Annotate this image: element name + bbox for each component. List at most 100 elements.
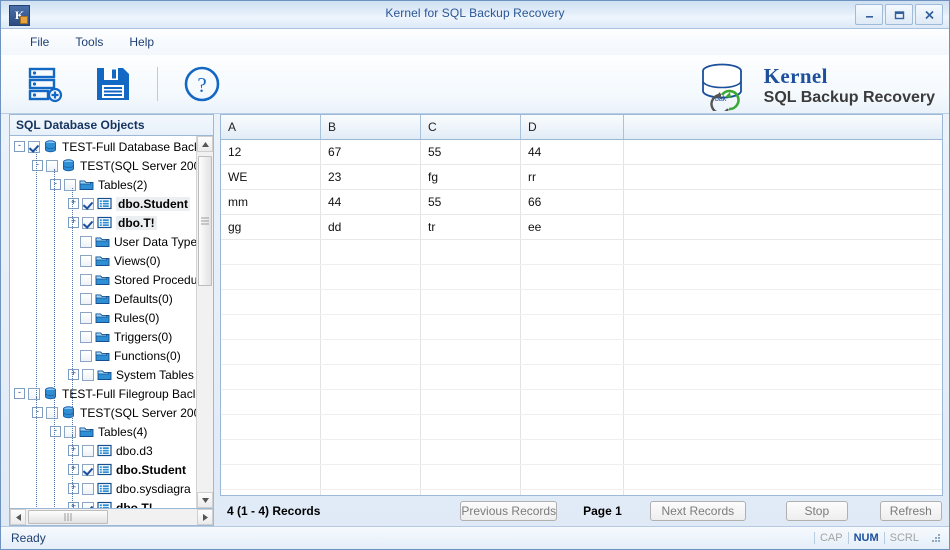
tree-node-checkbox[interactable] — [82, 368, 94, 381]
tree-node-checkbox[interactable] — [28, 387, 40, 400]
scroll-up-button[interactable] — [197, 136, 213, 152]
tree-node[interactable]: User Data Types( — [10, 232, 196, 251]
grid-empty-row[interactable] — [221, 315, 942, 340]
grid-empty-cell[interactable] — [421, 240, 521, 264]
tree-node[interactable]: Triggers(0) — [10, 327, 196, 346]
collapse-icon[interactable]: - — [50, 179, 61, 190]
grid-empty-cell[interactable] — [421, 265, 521, 289]
grid-column-header[interactable]: C — [421, 115, 521, 139]
grid-empty-row[interactable] — [221, 490, 942, 495]
tree-node-checkbox[interactable] — [64, 425, 76, 438]
grid-empty-row[interactable] — [221, 415, 942, 440]
tree-node-checkbox[interactable] — [82, 216, 94, 229]
grid-empty-cell[interactable] — [421, 465, 521, 489]
grid-empty-row[interactable] — [221, 440, 942, 465]
tree-node-checkbox[interactable] — [80, 235, 92, 248]
tree-node[interactable]: - TEST(SQL Server 200 — [10, 403, 196, 422]
tree-node-list[interactable]: - TEST-Full Database Back - TEST(SQL Server… — [10, 136, 196, 508]
grid-column-header[interactable]: A — [221, 115, 321, 139]
grid-empty-cell[interactable] — [221, 390, 321, 414]
tree-node[interactable]: Rules(0) — [10, 308, 196, 327]
grid-empty-cell[interactable] — [521, 465, 624, 489]
save-button[interactable] — [89, 60, 137, 108]
expand-icon[interactable]: + — [68, 445, 79, 456]
next-records-button[interactable]: Next Records — [649, 501, 746, 521]
grid-empty-cell[interactable] — [521, 315, 624, 339]
grid-empty-cell[interactable] — [521, 415, 624, 439]
grid-cell[interactable]: 12 — [221, 140, 321, 164]
grid-cell[interactable]: rr — [521, 165, 624, 189]
expand-icon[interactable]: + — [68, 483, 79, 494]
tree-node[interactable]: - Tables(4) — [10, 422, 196, 441]
grid-cell[interactable]: gg — [221, 215, 321, 239]
grid-empty-cell[interactable] — [321, 390, 421, 414]
grid-row[interactable]: mm 44 55 66 — [221, 190, 942, 215]
maximize-button[interactable] — [885, 4, 913, 25]
grid-empty-cell[interactable] — [221, 240, 321, 264]
grid-empty-row[interactable] — [221, 290, 942, 315]
grid-empty-cell[interactable] — [421, 415, 521, 439]
grid-empty-cell[interactable] — [321, 315, 421, 339]
tree-node-checkbox[interactable] — [82, 197, 94, 210]
tree-node[interactable]: Functions(0) — [10, 346, 196, 365]
tree-horizontal-scrollbar[interactable] — [9, 509, 214, 526]
expand-icon[interactable]: + — [68, 217, 79, 228]
tree-node[interactable]: + System Tables — [10, 365, 196, 384]
grid-row[interactable]: WE 23 fg rr — [221, 165, 942, 190]
tree-node-checkbox[interactable] — [28, 140, 40, 153]
tree-node[interactable]: + dbo.T! — [10, 213, 196, 232]
grid-empty-cell[interactable] — [421, 340, 521, 364]
scroll-right-button[interactable] — [197, 509, 213, 525]
grid-empty-row[interactable] — [221, 390, 942, 415]
help-button[interactable]: ? — [178, 60, 226, 108]
expand-icon[interactable]: + — [68, 198, 79, 209]
grid-empty-cell[interactable] — [521, 390, 624, 414]
tree-node[interactable]: + dbo.Student — [10, 194, 196, 213]
grid-empty-cell[interactable] — [521, 365, 624, 389]
scroll-down-button[interactable] — [197, 492, 213, 508]
grid-row[interactable]: gg dd tr ee — [221, 215, 942, 240]
expand-icon[interactable]: + — [68, 464, 79, 475]
grid-empty-cell[interactable] — [221, 290, 321, 314]
expand-icon[interactable]: + — [68, 502, 79, 508]
close-button[interactable] — [915, 4, 943, 25]
grid-cell[interactable]: 44 — [521, 140, 624, 164]
tree-vertical-scrollbar[interactable] — [196, 136, 213, 508]
grid-empty-cell[interactable] — [521, 240, 624, 264]
grid-empty-cell[interactable] — [521, 440, 624, 464]
tree-node[interactable]: - Tables(2) — [10, 175, 196, 194]
grid-column-header[interactable]: D — [521, 115, 624, 139]
previous-records-button[interactable]: Previous Records — [460, 501, 558, 521]
tree-node[interactable]: + dbo.T! — [10, 498, 196, 508]
tree-node-checkbox[interactable] — [82, 501, 94, 508]
refresh-button[interactable]: Refresh — [879, 501, 942, 521]
grid-empty-cell[interactable] — [521, 265, 624, 289]
grid-cell[interactable]: 55 — [421, 140, 521, 164]
tree-node[interactable]: + dbo.Student — [10, 460, 196, 479]
menu-tools[interactable]: Tools — [64, 32, 114, 52]
grid-cell[interactable]: 44 — [321, 190, 421, 214]
add-database-button[interactable] — [21, 60, 69, 108]
tree-node[interactable]: Stored Procedure — [10, 270, 196, 289]
resize-grip-icon[interactable] — [929, 531, 943, 545]
grid-cell[interactable]: 55 — [421, 190, 521, 214]
grid-row[interactable]: 12 67 55 44 — [221, 140, 942, 165]
tree-node[interactable]: + dbo.sysdiagra — [10, 479, 196, 498]
grid-empty-cell[interactable] — [321, 340, 421, 364]
collapse-icon[interactable]: - — [14, 141, 25, 152]
tree-node-checkbox[interactable] — [80, 254, 92, 267]
tree-node-checkbox[interactable] — [82, 444, 94, 457]
grid-empty-cell[interactable] — [421, 390, 521, 414]
grid-empty-row[interactable] — [221, 340, 942, 365]
tree-node[interactable]: - TEST-Full Database Back — [10, 137, 196, 156]
grid-cell[interactable]: WE — [221, 165, 321, 189]
grid-cell[interactable]: 67 — [321, 140, 421, 164]
grid-empty-cell[interactable] — [521, 490, 624, 495]
grid-empty-cell[interactable] — [421, 315, 521, 339]
tree-node-checkbox[interactable] — [64, 178, 76, 191]
grid-empty-row[interactable] — [221, 465, 942, 490]
grid-empty-row[interactable] — [221, 365, 942, 390]
tree-node[interactable]: Defaults(0) — [10, 289, 196, 308]
grid-empty-cell[interactable] — [221, 490, 321, 495]
stop-button[interactable]: Stop — [785, 501, 848, 521]
